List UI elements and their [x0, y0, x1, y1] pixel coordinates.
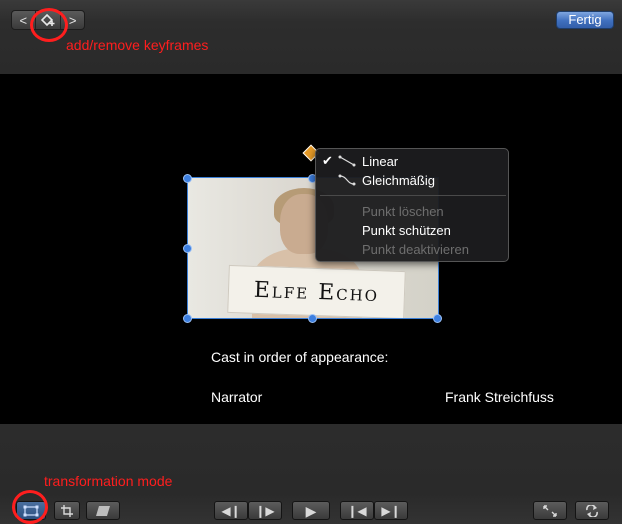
annotation-keyframes-label: add/remove keyframes: [66, 37, 209, 53]
go-to-start-button[interactable]: ❙◀: [340, 501, 374, 520]
menu-item-linear[interactable]: ✔ Linear: [316, 152, 508, 170]
menu-item-label: Punkt löschen: [362, 204, 444, 219]
annotation-circle-transform: [12, 490, 48, 524]
transform-handle-bottom-right[interactable]: [433, 314, 442, 323]
checkmark-icon: ✔: [322, 153, 333, 168]
menu-item-label: Gleichmäßig: [362, 173, 435, 188]
annotation-transform-label: transformation mode: [44, 473, 173, 489]
transform-handle-bottom-left[interactable]: [183, 314, 192, 323]
annotation-circle-keyframes: [30, 8, 68, 42]
go-to-end-icon: ▶❙: [381, 503, 401, 518]
fullscreen-icon: [543, 504, 557, 517]
done-button[interactable]: Fertig: [556, 11, 614, 29]
credit-name-text: Frank Streichfuss: [445, 389, 554, 405]
go-to-end-button[interactable]: ▶❙: [374, 501, 408, 520]
distort-icon: [96, 505, 110, 516]
menu-item-label: Punkt schützen: [362, 223, 451, 238]
linear-curve-icon: [338, 155, 356, 167]
loop-icon: [586, 504, 598, 517]
cast-title-text: Cast in order of appearance:: [211, 349, 389, 365]
menu-item-punkt-loeschen: Punkt löschen: [316, 202, 508, 220]
loop-button[interactable]: [575, 501, 609, 520]
menu-item-punkt-schuetzen[interactable]: Punkt schützen: [316, 221, 508, 239]
smooth-curve-icon: [338, 174, 356, 186]
distort-button[interactable]: [86, 501, 120, 520]
menu-item-gleichmaessig[interactable]: Gleichmäßig: [316, 171, 508, 189]
prev-frame-icon: ◀❙: [221, 503, 241, 518]
fullscreen-button[interactable]: [533, 501, 567, 520]
menu-item-label: Linear: [362, 154, 399, 169]
go-to-start-icon: ❙◀: [347, 503, 367, 518]
next-frame-button[interactable]: ❙▶: [248, 501, 282, 520]
play-button[interactable]: ▶: [292, 501, 330, 520]
menu-item-punkt-deaktivieren: Punkt deaktivieren: [316, 240, 508, 258]
crop-icon: [61, 504, 73, 517]
previous-frame-button[interactable]: ◀❙: [214, 501, 248, 520]
keyframe-context-menu: ✔ Linear Gleichmäßig Punkt löschen Punkt…: [315, 148, 509, 262]
chevron-left-icon: <: [19, 12, 28, 28]
transform-handle-middle-left[interactable]: [183, 244, 192, 253]
sign-text: Elfe Echo: [227, 264, 406, 318]
chevron-right-icon: >: [68, 12, 77, 28]
play-icon: ▶: [305, 502, 317, 519]
menu-separator: [320, 195, 506, 196]
crop-button[interactable]: [54, 501, 80, 520]
transform-handle-top-left[interactable]: [183, 174, 192, 183]
credit-role-text: Narrator: [211, 389, 263, 405]
menu-item-label: Punkt deaktivieren: [362, 242, 469, 257]
next-frame-icon: ❙▶: [255, 503, 275, 518]
transform-handle-bottom-middle[interactable]: [308, 314, 317, 323]
